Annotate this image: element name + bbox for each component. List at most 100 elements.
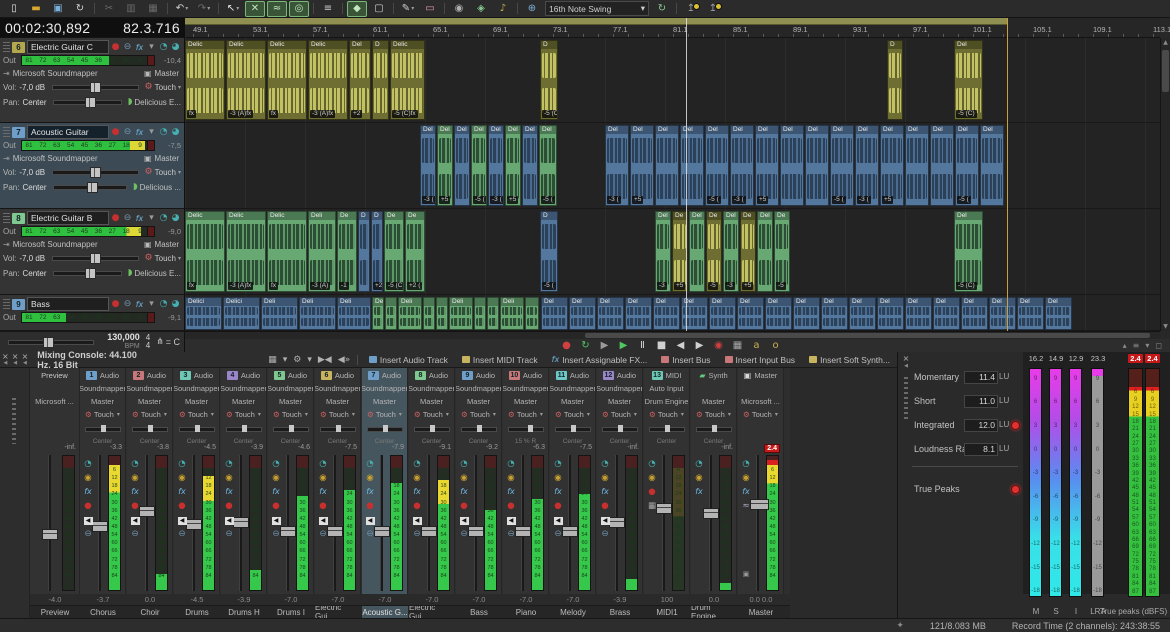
fx-bin-icon[interactable]: fx bbox=[458, 486, 470, 498]
scroll-up-icon[interactable]: ▲ bbox=[1161, 39, 1170, 46]
mute-icon[interactable]: ⊖ bbox=[223, 528, 235, 540]
mbt-time-display[interactable]: 82.3.716 bbox=[123, 20, 180, 36]
waveform-icon[interactable]: ≈ bbox=[740, 500, 752, 512]
strip-volume-value[interactable]: 0.0 0.0 bbox=[738, 594, 784, 605]
audio-clip[interactable]: Del bbox=[709, 297, 736, 330]
strip-output-row[interactable]: Master bbox=[127, 395, 172, 407]
audio-clip[interactable]: Delicfx bbox=[185, 40, 225, 120]
audio-clip[interactable]: Deli bbox=[500, 297, 524, 330]
fader-thumb[interactable] bbox=[42, 529, 58, 540]
audio-clip[interactable]: Delic-5 (C)fx bbox=[390, 40, 425, 120]
strip-output-row[interactable]: Master bbox=[362, 395, 407, 407]
chevron-down-icon[interactable]: ▾ bbox=[587, 411, 590, 418]
strip-automation-row[interactable]: ⚙Touch▾ bbox=[362, 408, 407, 420]
strip-volume-value[interactable]: 0.0 bbox=[127, 594, 173, 605]
audio-clip[interactable]: Del-5 ( bbox=[471, 125, 487, 206]
fx-bin-icon[interactable]: fx bbox=[317, 486, 329, 498]
mute-icon[interactable]: ⊖ bbox=[122, 127, 133, 137]
strip-name[interactable]: Piano bbox=[503, 606, 549, 618]
dock-collapse-icon[interactable]: ▾ bbox=[1145, 341, 1149, 350]
automation-gear-icon[interactable]: ⚙ bbox=[145, 82, 153, 92]
input-echo-icon[interactable]: ◀ bbox=[176, 514, 188, 526]
pan-slider-thumb[interactable] bbox=[101, 425, 106, 432]
strip-input-row[interactable]: Soundmapper bbox=[409, 382, 454, 394]
strip-input-row[interactable]: Soundmapper bbox=[315, 382, 360, 394]
strip-automation-row[interactable]: ⚙Touch▾ bbox=[503, 408, 548, 420]
audio-clip[interactable]: Delic-3 (A)fx bbox=[226, 211, 266, 292]
mute-icon[interactable]: ⊖ bbox=[458, 528, 470, 540]
chevron-down-icon[interactable]: ▾ bbox=[352, 411, 355, 418]
strip-automation-row[interactable]: ⚙Touch▾ bbox=[409, 408, 454, 420]
groove-pattern-select[interactable]: 16th Note Swing▾ bbox=[545, 1, 649, 16]
strip-output-row[interactable]: Master bbox=[691, 395, 736, 407]
fader-thumb[interactable] bbox=[92, 521, 108, 532]
pan-slider[interactable] bbox=[367, 427, 403, 432]
strip-input-row[interactable]: Soundmapper bbox=[362, 382, 407, 394]
automation-gear-icon[interactable]: ⚙ bbox=[414, 410, 421, 419]
fx-bypass-icon[interactable]: fx bbox=[134, 300, 145, 309]
pan-slider[interactable] bbox=[461, 427, 497, 432]
mute-icon[interactable]: ⊖ bbox=[122, 213, 133, 223]
automation-gear-icon[interactable]: ⚙ bbox=[696, 410, 703, 419]
record-arm-icon[interactable]: ● bbox=[110, 213, 121, 223]
channel-strip[interactable]: 11AudioSoundmapperMaster⚙Touch▾Center-7.… bbox=[550, 368, 596, 594]
audio-clip[interactable]: Del-3 ( bbox=[855, 125, 879, 206]
record-arm-icon[interactable]: ● bbox=[505, 500, 517, 512]
audio-clip[interactable]: D bbox=[372, 40, 389, 120]
gain-knob-icon[interactable]: ◉ bbox=[693, 472, 705, 484]
audio-clip[interactable]: Del-3 ( bbox=[605, 125, 629, 206]
fader-track[interactable] bbox=[756, 455, 759, 591]
gain-knob-icon[interactable]: ◉ bbox=[129, 472, 141, 484]
chevron-down-icon[interactable]: ▾ bbox=[399, 411, 402, 418]
audio-clip[interactable]: De-5 bbox=[706, 211, 722, 292]
gain-knob-icon[interactable]: ◉ bbox=[505, 472, 517, 484]
fader-track[interactable] bbox=[48, 455, 51, 591]
automation-gear-icon[interactable]: ⚙ bbox=[508, 410, 515, 419]
interleave-icon[interactable]: ◔ bbox=[411, 458, 423, 470]
console-options-icon[interactable]: ⚙ bbox=[293, 355, 301, 365]
interleave-icon[interactable]: ◔ bbox=[458, 458, 470, 470]
audio-clip[interactable]: Delicfx bbox=[267, 40, 307, 120]
lock-icon[interactable]: ▣ bbox=[740, 568, 752, 580]
strip-name[interactable]: Electric Gui... bbox=[409, 606, 455, 618]
audio-clip[interactable]: Del bbox=[933, 297, 960, 330]
channel-strip[interactable]: ▣MasterMicrosoft ...⚙Touch▾2.46121824303… bbox=[738, 368, 784, 594]
fader-thumb[interactable] bbox=[139, 506, 155, 517]
chevron-down-icon[interactable]: ▾ bbox=[211, 411, 214, 418]
step-sequencer-button[interactable]: ▦ bbox=[728, 340, 747, 352]
play-button[interactable]: ▶ bbox=[614, 340, 633, 352]
record-arm-icon[interactable]: ● bbox=[646, 486, 658, 498]
chevron-down-icon[interactable]: ▾ bbox=[634, 411, 637, 418]
automation-write-icon[interactable]: ◕ bbox=[170, 213, 181, 223]
audio-clip[interactable]: Del bbox=[1045, 297, 1072, 330]
audio-clip[interactable]: Del bbox=[849, 297, 876, 330]
fader-track[interactable] bbox=[662, 455, 665, 591]
track-header[interactable]: 9Bass●⊖fx▾◔◕Out81726354453627189-9,1 bbox=[0, 295, 184, 331]
strip-output-row[interactable]: Master bbox=[80, 395, 125, 407]
undo-icon[interactable]: ↶▾ bbox=[172, 1, 192, 17]
channel-strip[interactable]: PreviewMicrosoft ...-inf.612182430364248… bbox=[30, 368, 80, 594]
pan-value[interactable]: Center bbox=[22, 98, 46, 107]
automation-gear-icon[interactable]: ⚙ bbox=[743, 410, 750, 419]
strip-output-row[interactable]: Master bbox=[315, 395, 360, 407]
strip-automation-row[interactable]: ⚙Touch▾ bbox=[80, 408, 125, 420]
strip-volume-value[interactable]: -4.0 bbox=[30, 594, 80, 605]
audio-clip[interactable]: Delici bbox=[185, 297, 222, 330]
fader-track[interactable] bbox=[380, 455, 383, 591]
interleave-icon[interactable]: ◔ bbox=[646, 458, 658, 470]
strip-volume-value[interactable]: -7.0 bbox=[409, 594, 455, 605]
record-arm-icon[interactable]: ● bbox=[364, 500, 376, 512]
go-to-start-button[interactable]: ◀ bbox=[671, 340, 690, 352]
fx-bin-icon[interactable]: fx bbox=[740, 486, 752, 498]
automation-write-icon[interactable]: ◕ bbox=[170, 127, 181, 137]
loop-toggle-button[interactable]: o bbox=[766, 340, 785, 352]
audio-clip[interactable]: De+2 ( bbox=[405, 211, 425, 292]
strip-volume-value[interactable]: -7.0 bbox=[315, 594, 361, 605]
automation-gear-icon[interactable]: ⚙ bbox=[273, 410, 280, 419]
audio-clip[interactable]: D-5 (C) bbox=[540, 40, 558, 120]
fx-bin-icon[interactable]: fx bbox=[82, 486, 94, 498]
track-drag-handle[interactable] bbox=[3, 213, 10, 224]
fx-bin-icon[interactable]: fx bbox=[270, 486, 282, 498]
chevron-down-icon[interactable]: ▾ bbox=[641, 4, 645, 14]
automation-gear-icon[interactable]: ⚙ bbox=[145, 167, 153, 177]
